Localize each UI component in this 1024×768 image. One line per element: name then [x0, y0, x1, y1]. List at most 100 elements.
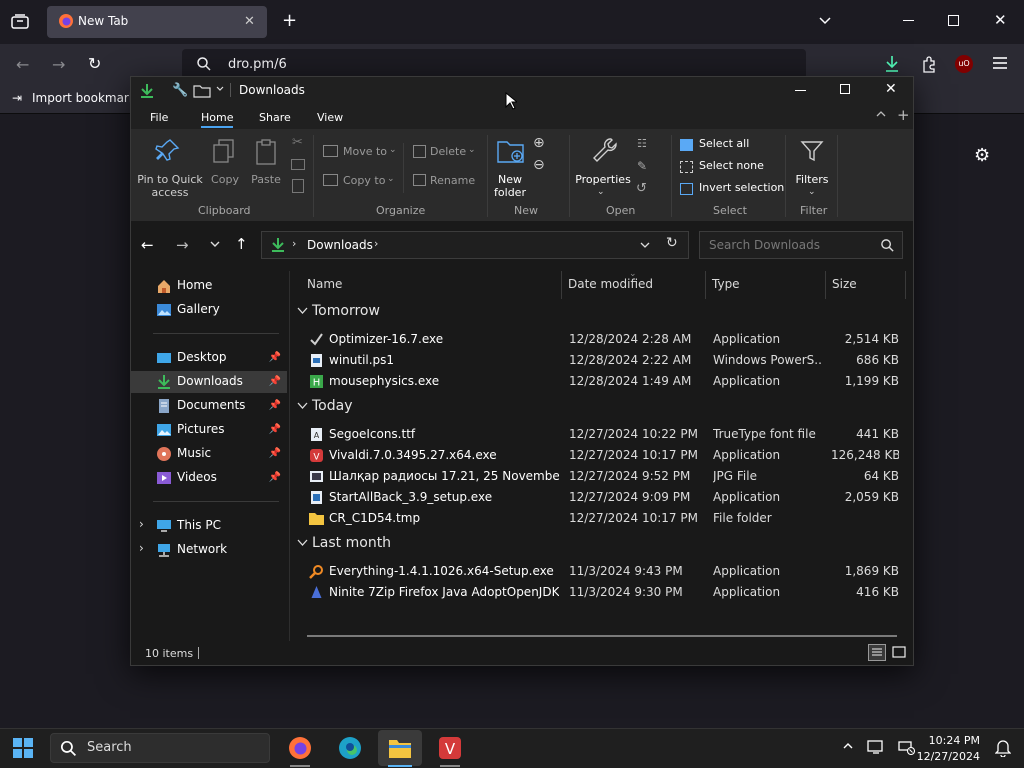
settings-gear-icon[interactable]: ⚙: [974, 145, 990, 166]
table-row[interactable]: Ninite 7Zip Firefox Java AdoptOpenJDK x.…: [291, 582, 913, 603]
new-folder-quick-icon[interactable]: [193, 83, 211, 98]
table-row[interactable]: A SegoeIcons.ttf 12/27/2024 10:22 PM Tru…: [291, 424, 913, 445]
sidebar-item-documents[interactable]: Documents 📌: [131, 395, 287, 417]
group-collapse-chevron-icon[interactable]: [297, 402, 308, 410]
expand-chevron-icon[interactable]: ›: [139, 517, 144, 531]
cut-icon[interactable]: ✂: [292, 135, 303, 150]
taskbar-edge[interactable]: [328, 730, 372, 766]
tab-share[interactable]: Share: [259, 111, 291, 124]
open-icon[interactable]: ☷: [637, 137, 647, 150]
taskbar-file-explorer[interactable]: [378, 730, 422, 766]
up-icon[interactable]: ↑: [235, 235, 248, 253]
table-row[interactable]: Шалқар радиосы 17.21, 25 November 20... …: [291, 466, 913, 487]
search-box[interactable]: Search Downloads: [699, 231, 903, 259]
group-header-last-month[interactable]: Last month: [312, 535, 391, 551]
start-windows-icon[interactable]: [12, 737, 34, 759]
taskbar-firefox[interactable]: [278, 730, 322, 766]
close-icon[interactable]: ✕: [885, 81, 897, 97]
easy-access-icon[interactable]: ⊖: [533, 157, 545, 173]
sidebar-item-pictures[interactable]: Pictures 📌: [131, 419, 287, 441]
taskbar-search[interactable]: [50, 733, 270, 763]
forward-icon[interactable]: →: [176, 236, 189, 254]
sidebar-item-music[interactable]: Music 📌: [131, 443, 287, 465]
column-separator[interactable]: [561, 271, 562, 299]
sidebar-item-videos[interactable]: Videos 📌: [131, 467, 287, 489]
select-all-button[interactable]: Select all: [699, 137, 749, 150]
rename-button[interactable]: Rename: [430, 174, 475, 187]
tray-chevron-up-icon[interactable]: [842, 741, 854, 751]
minimize-icon[interactable]: [795, 90, 806, 91]
clock[interactable]: 10:24 PM 12/27/2024: [917, 733, 980, 765]
search-icon[interactable]: [880, 238, 895, 253]
table-row[interactable]: CR_C1D54.tmp 12/27/2024 10:17 PM File fo…: [291, 508, 913, 529]
tab-list-icon[interactable]: [10, 12, 30, 32]
tab-home[interactable]: Home: [201, 111, 234, 128]
back-icon[interactable]: ←: [16, 55, 29, 74]
column-separator[interactable]: [825, 271, 826, 299]
edit-icon[interactable]: ✎: [637, 159, 647, 173]
details-view-icon[interactable]: [868, 644, 886, 661]
downloads-icon[interactable]: [884, 55, 900, 73]
sidebar-item-downloads[interactable]: Downloads 📌: [131, 371, 287, 393]
new-folder-button[interactable]: New folder: [485, 173, 535, 199]
display-icon[interactable]: [867, 739, 885, 755]
sidebar-item-this-pc[interactable]: › This PC: [131, 515, 287, 537]
horizontal-scrollbar[interactable]: [307, 635, 897, 637]
table-row[interactable]: Optimizer-16.7.exe 12/28/2024 2:28 AM Ap…: [291, 329, 913, 350]
menu-icon[interactable]: [992, 56, 1008, 70]
column-size[interactable]: Size: [832, 277, 857, 291]
group-header-today[interactable]: Today: [312, 398, 353, 414]
pin-to-quick-access-button[interactable]: Pin to Quick access: [135, 173, 205, 199]
filters-button[interactable]: Filters: [787, 173, 837, 186]
sidebar-item-gallery[interactable]: Gallery: [131, 299, 287, 321]
copy-button[interactable]: Copy: [205, 173, 245, 186]
properties-button[interactable]: Properties: [573, 173, 633, 186]
address-history-chevron-icon[interactable]: [640, 241, 650, 249]
recent-locations-chevron-icon[interactable]: [210, 240, 220, 248]
table-row[interactable]: V Vivaldi.7.0.3495.27.x64.exe 12/27/2024…: [291, 445, 913, 466]
url-text[interactable]: dro.pm/6: [228, 57, 287, 72]
select-none-button[interactable]: Select none: [699, 159, 764, 172]
back-icon[interactable]: ←: [141, 236, 154, 254]
table-row[interactable]: Everything-1.4.1.1026.x64-Setup.exe 11/3…: [291, 561, 913, 582]
address-bar[interactable]: › Downloads › ↻: [261, 231, 689, 259]
group-collapse-chevron-icon[interactable]: [297, 307, 308, 315]
copy-path-icon[interactable]: [291, 159, 305, 170]
paste-shortcut-icon[interactable]: [292, 179, 304, 193]
close-tab-icon[interactable]: ✕: [244, 14, 255, 29]
delete-button[interactable]: Delete: [430, 145, 466, 158]
breadcrumb-chevron-icon[interactable]: ›: [374, 237, 378, 250]
quick-access-chevron-icon[interactable]: [215, 84, 225, 94]
collapse-ribbon-icon[interactable]: [875, 109, 887, 119]
expand-chevron-icon[interactable]: ›: [139, 541, 144, 555]
sidebar-item-network[interactable]: › Network: [131, 539, 287, 561]
close-browser-icon[interactable]: ✕: [994, 11, 1007, 29]
sidebar-item-desktop[interactable]: Desktop 📌: [131, 347, 287, 369]
copy-to-button[interactable]: Copy to: [343, 174, 385, 187]
pane-splitter[interactable]: [289, 271, 290, 641]
table-row[interactable]: H mousephysics.exe 12/28/2024 1:49 AM Ap…: [291, 371, 913, 392]
maximize-icon[interactable]: [840, 84, 850, 94]
tab-view[interactable]: View: [317, 111, 343, 124]
notification-bell-icon[interactable]: [995, 739, 1011, 757]
new-item-icon[interactable]: ⊕: [533, 135, 545, 151]
refresh-icon[interactable]: ↻: [666, 235, 678, 251]
column-separator[interactable]: [705, 271, 706, 299]
minimize-browser-icon[interactable]: [903, 20, 914, 21]
ublock-icon[interactable]: uO: [955, 55, 973, 73]
sidebar-item-home[interactable]: Home: [131, 275, 287, 297]
taskbar-search-label[interactable]: Search: [87, 740, 132, 755]
restore-browser-icon[interactable]: [948, 15, 959, 26]
column-name[interactable]: Name: [307, 277, 342, 291]
table-row[interactable]: StartAllBack_3.9_setup.exe 12/27/2024 9:…: [291, 487, 913, 508]
forward-icon[interactable]: →: [52, 55, 65, 74]
move-to-button[interactable]: Move to: [343, 145, 387, 158]
table-row[interactable]: winutil.ps1 12/28/2024 2:22 AM Windows P…: [291, 350, 913, 371]
chevron-down-icon[interactable]: [818, 14, 832, 28]
extensions-icon[interactable]: [920, 55, 938, 73]
paste-button[interactable]: Paste: [247, 173, 285, 186]
search-placeholder[interactable]: Search Downloads: [709, 238, 820, 252]
reload-icon[interactable]: ↻: [88, 54, 101, 73]
large-icons-view-icon[interactable]: [891, 644, 907, 660]
group-collapse-chevron-icon[interactable]: [297, 539, 308, 547]
